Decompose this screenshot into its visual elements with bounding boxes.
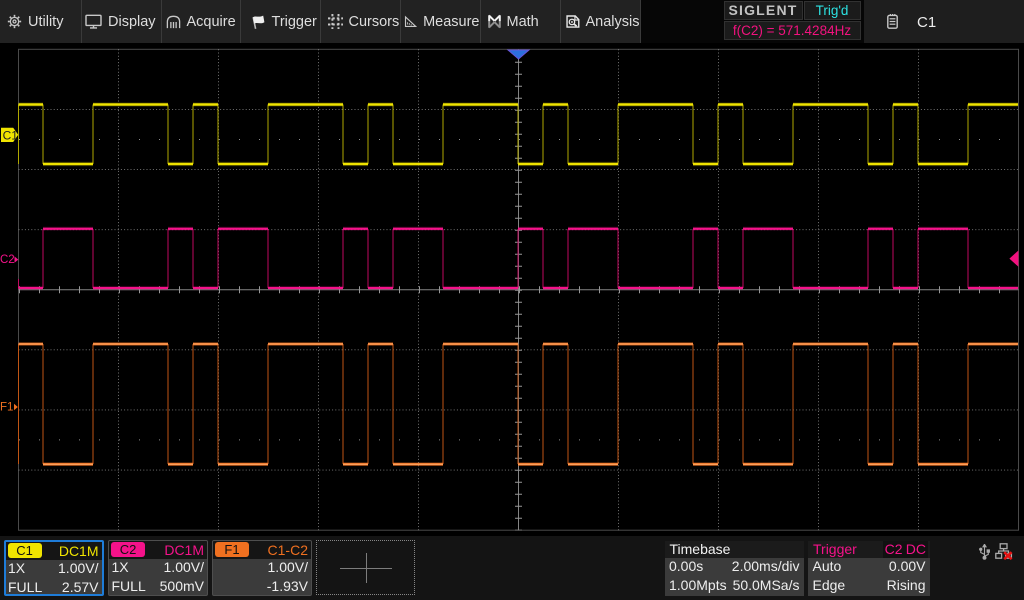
svg-text:C2: C2 (0, 254, 15, 266)
svg-text:C1: C1 (3, 128, 19, 142)
svg-text:F1: F1 (0, 401, 13, 413)
